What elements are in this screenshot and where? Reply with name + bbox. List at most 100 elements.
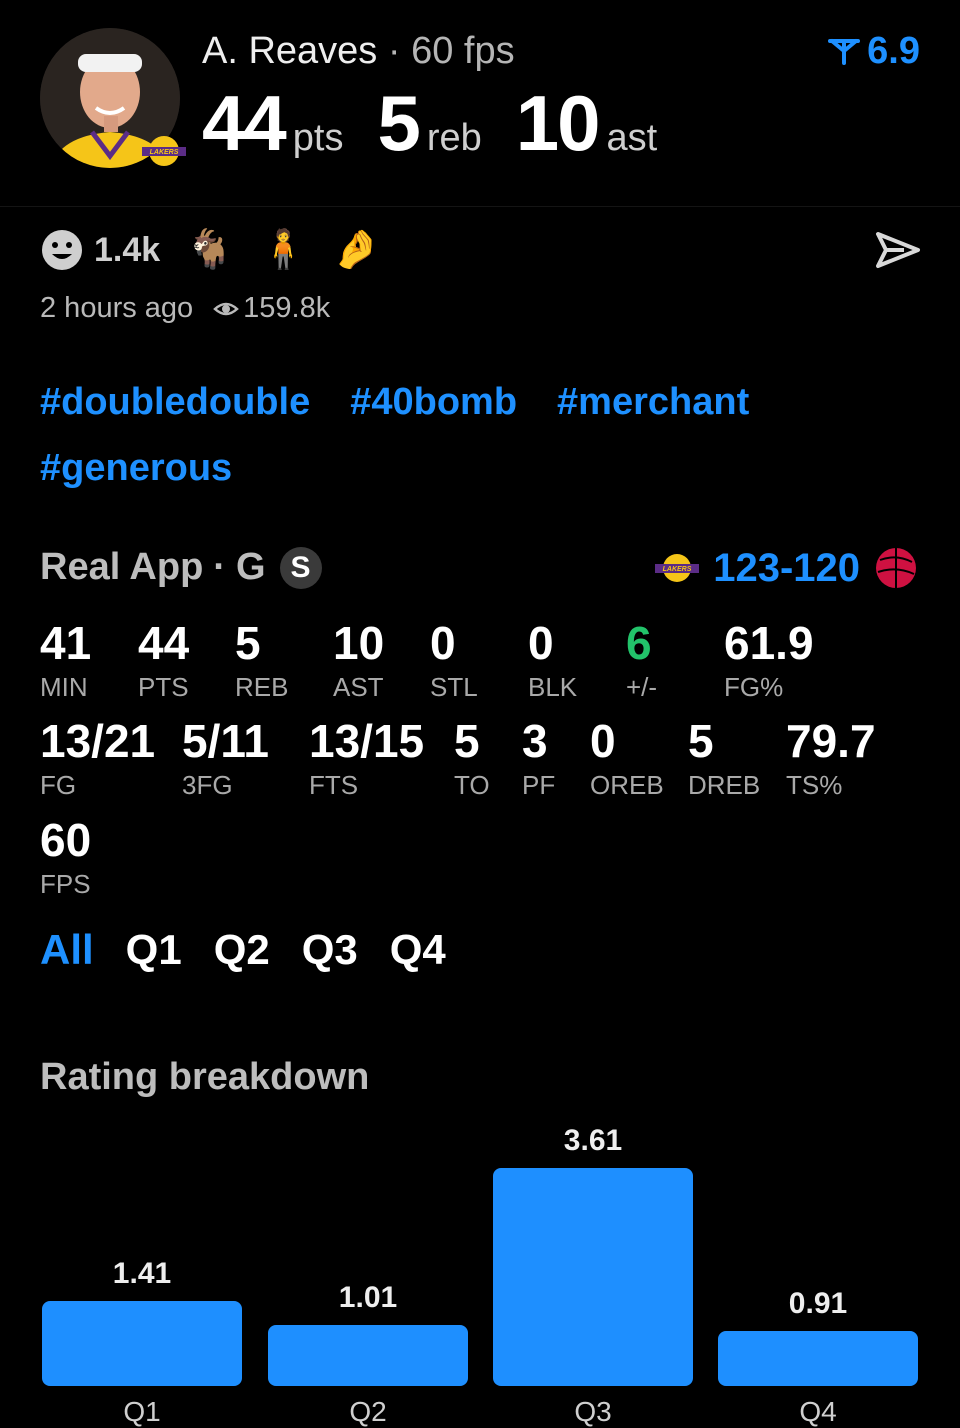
chart-value-label-q2: 1.01 bbox=[338, 1281, 398, 1314]
player-position: G bbox=[235, 546, 266, 588]
stat-blk-value: 0 bbox=[528, 617, 554, 669]
source-line: Real App · G S bbox=[40, 546, 322, 589]
hashtag-40bomb[interactable]: #40bomb bbox=[350, 380, 517, 424]
tab-q2[interactable]: Q2 bbox=[214, 926, 270, 974]
hashtag-list: #doubledouble #40bomb #merchant #generou… bbox=[40, 380, 920, 490]
stat-fps: 60 FPS bbox=[40, 815, 91, 899]
chart-value-label-q4: 0.91 bbox=[788, 1287, 848, 1320]
chart-bar-q2[interactable] bbox=[268, 1325, 468, 1386]
chart-bar-q1[interactable] bbox=[42, 1301, 242, 1386]
stat-fg-label: FG bbox=[40, 770, 77, 800]
headline-assists-unit: ast bbox=[606, 117, 658, 159]
stat-stl-value: 0 bbox=[430, 617, 456, 669]
player-title-line: A. Reaves · 60 fps bbox=[202, 30, 515, 73]
stat-ts-pct-label: TS% bbox=[786, 770, 843, 800]
stat-min: 41 MIN bbox=[40, 618, 91, 702]
tab-q3[interactable]: Q3 bbox=[302, 926, 358, 974]
headline-points-unit: pts bbox=[292, 117, 344, 159]
stat-min-label: MIN bbox=[40, 672, 88, 702]
svg-text:LAKERS: LAKERS bbox=[150, 149, 179, 156]
rating-value: 6.9 bbox=[867, 30, 920, 72]
tab-q1[interactable]: Q1 bbox=[126, 926, 182, 974]
stat-plus-minus-value: 6 bbox=[626, 617, 652, 669]
send-icon bbox=[876, 232, 920, 268]
chart-bar-q3[interactable] bbox=[493, 1168, 693, 1386]
chart-value-label-q3: 3.61 bbox=[563, 1124, 623, 1157]
chart-bar-q4[interactable] bbox=[718, 1331, 918, 1386]
hashtag-doubledouble[interactable]: #doubledouble bbox=[40, 380, 310, 424]
tab-all[interactable]: All bbox=[40, 926, 94, 974]
fps-label: 60 fps bbox=[411, 30, 515, 72]
status-badge: S bbox=[279, 546, 322, 589]
stat-dreb-value: 5 bbox=[688, 715, 714, 767]
score-value: 123-120 bbox=[713, 545, 860, 590]
lakers-logo-icon: LAKERS bbox=[655, 554, 700, 582]
stat-plus-minus-label: +/- bbox=[626, 672, 658, 702]
stat-to-value: 5 bbox=[454, 715, 480, 767]
headline-points-value: 44 bbox=[202, 79, 287, 167]
smiley-icon bbox=[42, 230, 82, 270]
stat-pts-value: 44 bbox=[138, 617, 190, 669]
stat-fps-value: 60 bbox=[40, 814, 92, 866]
raptors-logo-icon bbox=[876, 548, 916, 588]
source-name[interactable]: Real App bbox=[40, 546, 203, 589]
stat-pf-label: PF bbox=[522, 770, 556, 800]
post-meta: 2 hours ago 159.8k bbox=[40, 292, 330, 325]
stat-fts-label: FTS bbox=[309, 770, 359, 800]
chart-category-label-q2: Q2 bbox=[349, 1396, 387, 1427]
stat-3fg: 5/11 3FG bbox=[182, 716, 269, 800]
chart-value-label-q1: 1.41 bbox=[112, 1257, 172, 1290]
stat-stl-label: STL bbox=[430, 672, 478, 702]
stat-fg-pct-value: 61.9 bbox=[724, 617, 814, 669]
stat-fg-pct: 61.9 FG% bbox=[724, 618, 814, 702]
stat-ast: 10 AST bbox=[333, 618, 384, 702]
title-separator: · bbox=[387, 30, 401, 72]
reactions-row: 1.4k 🐐 🧍 🤌 bbox=[40, 226, 380, 274]
player-name[interactable]: A. Reaves bbox=[202, 30, 377, 72]
stat-oreb-label: OREB bbox=[590, 770, 664, 800]
rating-display[interactable]: 6.9 bbox=[827, 30, 920, 73]
stat-blk: 0 BLK bbox=[528, 618, 577, 702]
lakers-logo-icon: LAKERS bbox=[140, 134, 188, 168]
headline-assists-value: 10 bbox=[515, 79, 601, 167]
stat-dreb-label: DREB bbox=[688, 770, 761, 800]
stat-pts: 44 PTS bbox=[138, 618, 189, 702]
stat-to-label: TO bbox=[454, 770, 490, 800]
stat-ast-label: AST bbox=[333, 672, 384, 702]
stat-blk-label: BLK bbox=[528, 672, 578, 702]
headline-stats: 44 pts 5 reb 10 ast bbox=[202, 78, 691, 169]
share-button[interactable] bbox=[874, 226, 922, 274]
tab-q4[interactable]: Q4 bbox=[390, 926, 446, 974]
stat-oreb: 0 OREB bbox=[590, 716, 664, 800]
stat-min-value: 41 bbox=[40, 617, 92, 669]
stat-3fg-value: 5/11 bbox=[182, 715, 269, 767]
stat-fps-label: FPS bbox=[40, 869, 91, 899]
hashtag-generous[interactable]: #generous bbox=[40, 446, 232, 490]
stat-fg-pct-label: FG% bbox=[724, 672, 784, 702]
stat-pts-label: PTS bbox=[138, 672, 189, 702]
headline-rebounds-unit: reb bbox=[426, 117, 482, 159]
game-score[interactable]: LAKERS 123-120 bbox=[653, 544, 920, 592]
goat-emoji-icon[interactable]: 🐐 bbox=[186, 226, 233, 274]
person-emoji-icon[interactable]: 🧍 bbox=[260, 226, 307, 274]
chart-category-label-q1: Q1 bbox=[123, 1396, 161, 1427]
header-divider bbox=[0, 206, 960, 207]
stat-ts-pct: 79.7 TS% bbox=[786, 716, 876, 800]
source-separator: · bbox=[213, 546, 226, 588]
stat-dreb: 5 DREB bbox=[688, 716, 760, 800]
chart-category-label-q3: Q3 bbox=[574, 1396, 612, 1427]
hashtag-merchant[interactable]: #merchant bbox=[557, 380, 749, 424]
svg-text:LAKERS: LAKERS bbox=[663, 566, 692, 573]
pinched-fingers-emoji-icon[interactable]: 🤌 bbox=[333, 226, 380, 274]
quarter-tabs: All Q1 Q2 Q3 Q4 bbox=[40, 926, 446, 974]
stat-3fg-label: 3FG bbox=[182, 770, 233, 800]
post-time: 2 hours ago bbox=[40, 292, 194, 324]
stat-ts-pct-value: 79.7 bbox=[786, 715, 876, 767]
stat-stl: 0 STL bbox=[430, 618, 478, 702]
stat-fg: 13/21 FG bbox=[40, 716, 155, 800]
reaction-button[interactable]: 1.4k bbox=[40, 228, 160, 272]
reaction-count: 1.4k bbox=[94, 230, 161, 269]
stat-reb-value: 5 bbox=[235, 617, 261, 669]
stat-oreb-value: 0 bbox=[590, 715, 616, 767]
chart-category-label-q4: Q4 bbox=[799, 1396, 837, 1427]
